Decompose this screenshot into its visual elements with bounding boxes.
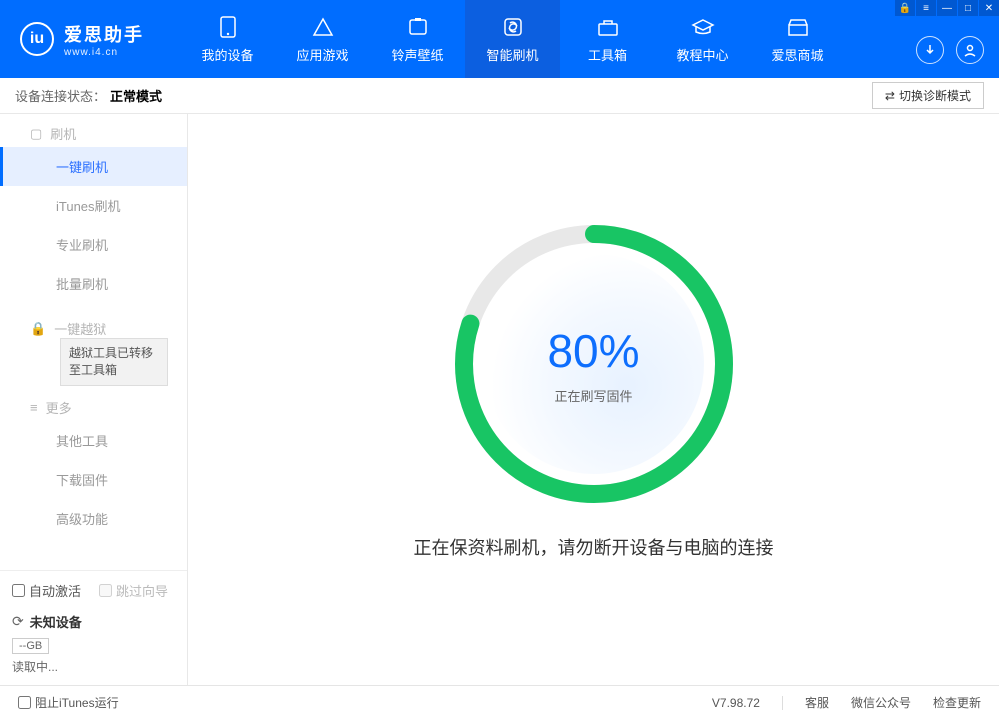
app-header: iu 爱思助手 www.i4.cn 我的设备 应用游戏 铃声壁纸 智能刷机 工具…	[0, 0, 999, 78]
nav-apps[interactable]: 应用游戏	[275, 0, 370, 78]
jailbreak-tooltip: 越狱工具已转移至工具箱	[60, 338, 168, 386]
sidebar-item-other-tools[interactable]: 其他工具	[0, 421, 187, 460]
nav-store[interactable]: 爱思商城	[750, 0, 845, 78]
tutorials-icon	[691, 15, 715, 39]
device-name: 未知设备	[30, 612, 82, 631]
sidebar-item-download-firmware[interactable]: 下载固件	[0, 460, 187, 499]
sidebar-item-batch-flash[interactable]: 批量刷机	[0, 264, 187, 303]
status-bar: 设备连接状态：正常模式 ⇄ 切换诊断模式	[0, 78, 999, 114]
toolbox-icon	[597, 15, 619, 39]
flash-icon	[503, 15, 523, 39]
sidebar-item-oneclick-flash[interactable]: 一键刷机	[0, 147, 187, 186]
progress-sub: 正在刷写固件	[554, 386, 632, 405]
win-minimize-icon[interactable]: —	[937, 0, 957, 16]
sidebar-group-flash: ▢ 刷机	[0, 114, 187, 147]
sidebar-item-itunes-flash[interactable]: iTunes刷机	[0, 186, 187, 225]
progress-ring: 80% 正在刷写固件	[444, 214, 744, 514]
nav-flash[interactable]: 智能刷机	[465, 0, 560, 78]
footer-link-wechat[interactable]: 微信公众号	[851, 694, 911, 711]
win-close-icon[interactable]: ✕	[979, 0, 999, 16]
nav-my-device[interactable]: 我的设备	[180, 0, 275, 78]
progress-percent: 80%	[547, 324, 639, 378]
swap-icon: ⇄	[885, 89, 895, 103]
nav-ringtones[interactable]: 铃声壁纸	[370, 0, 465, 78]
ring-center: 80% 正在刷写固件	[444, 214, 744, 514]
ringtones-icon	[407, 15, 429, 39]
main-content: 80% 正在刷写固件 正在保资料刷机，请勿断开设备与电脑的连接	[188, 114, 999, 685]
header-actions	[916, 36, 984, 64]
win-menu-icon[interactable]: ≡	[916, 0, 936, 16]
window-controls: 🔒 ≡ — □ ✕	[894, 0, 999, 16]
device-storage: --GB	[12, 638, 49, 654]
footer-link-update[interactable]: 检查更新	[933, 694, 981, 711]
device-reading: 读取中...	[12, 658, 175, 675]
connection-status: 设备连接状态：正常模式	[15, 86, 162, 105]
version-label: V7.98.72	[712, 696, 760, 710]
refresh-icon[interactable]: ⟳	[12, 613, 24, 630]
main-body: ▢ 刷机 一键刷机 iTunes刷机 专业刷机 批量刷机 🔒 一键越狱 越狱工具…	[0, 114, 999, 685]
connection-mode: 正常模式	[110, 89, 162, 104]
sidebar-bottom: 自动激活 跳过向导 ⟳ 未知设备 --GB 读取中...	[0, 570, 187, 685]
sidebar-item-pro-flash[interactable]: 专业刷机	[0, 225, 187, 264]
logo-icon: iu	[20, 22, 54, 56]
win-lock-icon[interactable]: 🔒	[895, 0, 915, 16]
apps-icon	[312, 15, 334, 39]
auto-activate-checkbox[interactable]: 自动激活	[12, 581, 81, 600]
nav-toolbox[interactable]: 工具箱	[560, 0, 655, 78]
more-icon: ≡	[30, 400, 38, 415]
diagnostic-mode-button[interactable]: ⇄ 切换诊断模式	[872, 82, 984, 109]
sidebar: ▢ 刷机 一键刷机 iTunes刷机 专业刷机 批量刷机 🔒 一键越狱 越狱工具…	[0, 114, 188, 685]
progress-message: 正在保资料刷机，请勿断开设备与电脑的连接	[414, 534, 774, 560]
app-logo: iu 爱思助手 www.i4.cn	[0, 21, 180, 58]
nav-tutorials[interactable]: 教程中心	[655, 0, 750, 78]
user-icon[interactable]	[956, 36, 984, 64]
block-itunes-checkbox[interactable]: 阻止iTunes运行	[18, 694, 119, 711]
footer-link-support[interactable]: 客服	[805, 694, 829, 711]
skip-guide-checkbox[interactable]: 跳过向导	[99, 581, 168, 600]
sidebar-item-advanced[interactable]: 高级功能	[0, 499, 187, 538]
app-title: 爱思助手	[64, 21, 144, 47]
main-nav: 我的设备 应用游戏 铃声壁纸 智能刷机 工具箱 教程中心 爱思商城	[180, 0, 845, 78]
footer: 阻止iTunes运行 V7.98.72 客服 微信公众号 检查更新	[0, 685, 999, 719]
device-icon	[220, 15, 236, 39]
logo-text: 爱思助手 www.i4.cn	[64, 21, 144, 58]
download-icon[interactable]	[916, 36, 944, 64]
sidebar-group-more: ≡ 更多	[0, 388, 187, 421]
device-row: ⟳ 未知设备	[12, 612, 175, 631]
phone-icon: ▢	[30, 126, 42, 142]
win-maximize-icon[interactable]: □	[958, 0, 978, 16]
store-icon	[787, 15, 809, 39]
app-subtitle: www.i4.cn	[64, 47, 144, 58]
lock-icon: 🔒	[30, 321, 46, 337]
